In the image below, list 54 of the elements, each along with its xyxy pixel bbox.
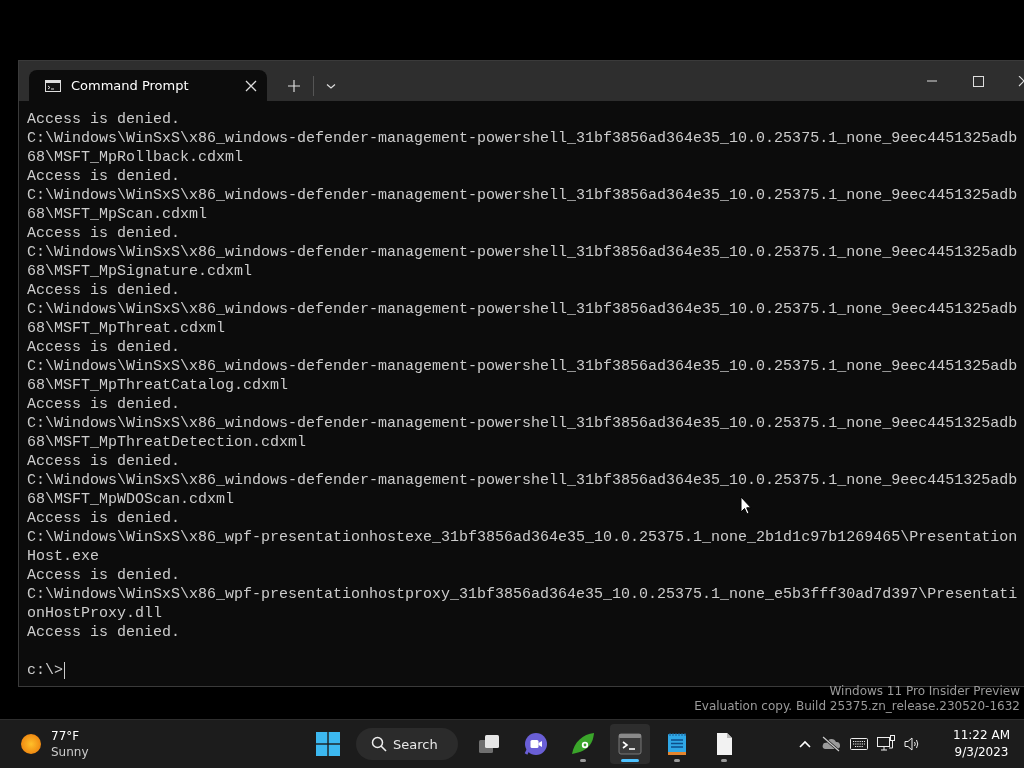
output-line: C:\Windows\WinSxS\x86_windows-defender-management-powershell_31bf3856ad364e35_10.0.25375.1_none_9eec4451325adb <box>27 471 1018 490</box>
output-line: Access is denied. <box>27 281 181 300</box>
text-cursor <box>64 662 65 679</box>
console-icon <box>45 79 61 92</box>
output-line: C:\Windows\WinSxS\x86_windows-defender-management-powershell_31bf3856ad364e35_10.0.25375.1_none_9eec4451325adb <box>27 300 1018 319</box>
terminal-icon <box>618 732 643 756</box>
maximize-icon[interactable] <box>972 75 984 87</box>
output-line: Access is denied. <box>27 110 181 129</box>
speaker-icon[interactable] <box>904 736 920 752</box>
output-line: C:\Windows\WinSxS\x86_windows-defender-management-powershell_31bf3856ad364e35_10.0.25375.1_none_9eec4451325adb <box>27 243 1018 262</box>
output-line: C:\Windows\WinSxS\x86_windows-defender-management-powershell_31bf3856ad364e35_10.0.25375.1_none_9eec4451325adb <box>27 414 1018 433</box>
output-line: Access is denied. <box>27 566 181 585</box>
output-line: onHostProxy.dll <box>27 604 163 623</box>
output-line: C:\Windows\WinSxS\x86_windows-defender-management-powershell_31bf3856ad364e35_10.0.25375.1_none_9eec4451325adb <box>27 357 1018 376</box>
clock[interactable]: 11:22 AM 9/3/2023 <box>953 720 1010 768</box>
sun-icon[interactable] <box>20 733 42 755</box>
windows-start-icon[interactable] <box>316 732 340 756</box>
output-line: Host.exe <box>27 547 99 566</box>
cursor-icon <box>740 496 752 515</box>
cloud-off-icon[interactable] <box>821 736 841 752</box>
output-line: 68\MSFT_MpThreat.cdxml <box>27 319 226 338</box>
watermark-text: Evaluation copy. Build 25375.zn_release.230520-1632 <box>694 699 1020 714</box>
output-line: 68\MSFT_MpThreatCatalog.cdxml <box>27 376 289 395</box>
output-line: 68\MSFT_MpSignature.cdxml <box>27 262 253 281</box>
weather-condition: Sunny <box>51 744 89 760</box>
search-button[interactable]: Search <box>356 728 458 760</box>
output-line: 68\MSFT_MpWDOScan.cdxml <box>27 490 235 509</box>
output-line: 68\MSFT_MpThreatDetection.cdxml <box>27 433 307 452</box>
task-view-icon <box>477 732 502 756</box>
output-line: 68\MSFT_MpRollback.cdxml <box>27 148 244 167</box>
network-monitor-icon[interactable] <box>877 735 895 753</box>
output-line: Access is denied. <box>27 338 181 357</box>
command-prompt: c:\> <box>27 661 63 680</box>
output-line: Access is denied. <box>27 167 181 186</box>
video-chat-icon <box>524 732 549 756</box>
output-line: C:\Windows\WinSxS\x86_wpf-presentationhostexe_31bf3856ad364e35_10.0.25375.1_none_2b1d1c97b1269465\Presentation <box>27 528 1018 547</box>
chevron-up-icon[interactable] <box>798 739 812 749</box>
keyboard-icon[interactable] <box>850 738 868 750</box>
output-line: C:\Windows\WinSxS\x86_wpf-presentationhostproxy_31bf3856ad364e35_10.0.25375.1_none_e5b3fff30ad7d397\Presentati <box>27 585 1018 604</box>
output-line: C:\Windows\WinSxS\x86_windows-defender-management-powershell_31bf3856ad364e35_10.0.25375.1_none_9eec4451325adb <box>27 129 1018 148</box>
output-line: C:\Windows\WinSxS\x86_windows-defender-management-powershell_31bf3856ad364e35_10.0.25375.1_none_9eec4451325adb <box>27 186 1018 205</box>
temperature: 77°F <box>51 728 81 744</box>
output-line: Access is denied. <box>27 509 181 528</box>
output-line: 68\MSFT_MpScan.cdxml <box>27 205 208 224</box>
leaf-icon <box>571 732 596 756</box>
output-line: Access is denied. <box>27 452 181 471</box>
output-line: Access is denied. <box>27 224 181 243</box>
watermark-text: Windows 11 Pro Insider Preview <box>829 684 1020 699</box>
search-icon <box>371 736 387 752</box>
output-line: Access is denied. <box>27 623 181 642</box>
close-icon[interactable] <box>245 79 257 92</box>
tab[interactable]: Command Prompt <box>29 70 267 101</box>
output-line: Access is denied. <box>27 395 181 414</box>
taskbar-app-button[interactable] <box>610 724 651 764</box>
